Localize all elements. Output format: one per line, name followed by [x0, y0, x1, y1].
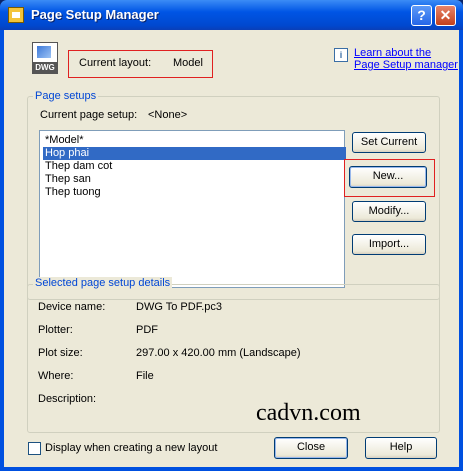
learn-link-line1: Learn about the [354, 47, 432, 59]
window-frame-right [459, 30, 463, 471]
dwg-file-icon: DWG [32, 42, 58, 74]
page-setups-list[interactable]: *Model* Hop phai Thep dam cot Thep san T… [39, 130, 346, 288]
device-name-label: Device name: [38, 301, 106, 313]
dialog-body: DWG Current layout: Model i Learn about … [4, 30, 459, 467]
current-layout-label: Current layout: [79, 57, 152, 69]
list-item[interactable]: *Model* [43, 134, 346, 147]
learn-link-line2: Page Setup manager [354, 59, 458, 71]
window-title: Page Setup Manager [31, 7, 159, 22]
page-setup-manager-window: Page Setup Manager ? ✕ DWG Current layou… [0, 0, 463, 471]
plot-size-label: Plot size: [38, 347, 83, 359]
display-when-creating-checkbox[interactable] [28, 442, 41, 455]
autocad-app-icon [8, 7, 24, 23]
list-item[interactable]: Thep san [43, 173, 346, 186]
plotter-value: PDF [136, 324, 158, 336]
description-label: Description: [38, 393, 97, 405]
page-setups-group-label: Page setups [33, 90, 99, 102]
display-when-creating-label: Display when creating a new layout [45, 442, 218, 454]
help-button[interactable]: Help [365, 437, 437, 459]
dwg-icon-graphic [37, 46, 51, 58]
plotter-label: Plotter: [38, 324, 73, 336]
info-icon: i [334, 48, 348, 62]
watermark-text: cadvn.com [256, 400, 361, 426]
dwg-icon-label: DWG [33, 62, 57, 73]
where-label: Where: [38, 370, 74, 382]
title-bar[interactable]: Page Setup Manager ? ✕ [0, 0, 463, 30]
plot-size-value: 297.00 x 420.00 mm (Landscape) [136, 347, 301, 359]
title-help-button[interactable]: ? [411, 5, 432, 26]
current-layout-value: Model [173, 57, 203, 69]
modify-button[interactable]: Modify... [352, 201, 426, 222]
where-value: File [136, 370, 154, 382]
current-page-setup-value: <None> [148, 109, 188, 121]
list-item-selected[interactable]: Hop phai [43, 147, 346, 160]
import-button[interactable]: Import... [352, 234, 426, 255]
current-page-setup-label: Current page setup: [40, 109, 138, 121]
window-frame-bottom [0, 467, 463, 471]
list-item[interactable]: Thep dam cot [43, 160, 346, 173]
learn-page-setup-link[interactable]: Learn about the Page Setup manager [354, 47, 458, 71]
set-current-button[interactable]: Set Current [352, 132, 426, 153]
current-layout-highlight: Current layout: Model [68, 50, 213, 78]
details-group-label: Selected page setup details [33, 277, 173, 289]
new-button[interactable]: New... [349, 166, 427, 188]
device-name-value: DWG To PDF.pc3 [136, 301, 222, 313]
close-button[interactable]: Close [274, 437, 348, 459]
list-item[interactable]: Thep tuong [43, 186, 346, 199]
title-close-button[interactable]: ✕ [435, 5, 456, 26]
